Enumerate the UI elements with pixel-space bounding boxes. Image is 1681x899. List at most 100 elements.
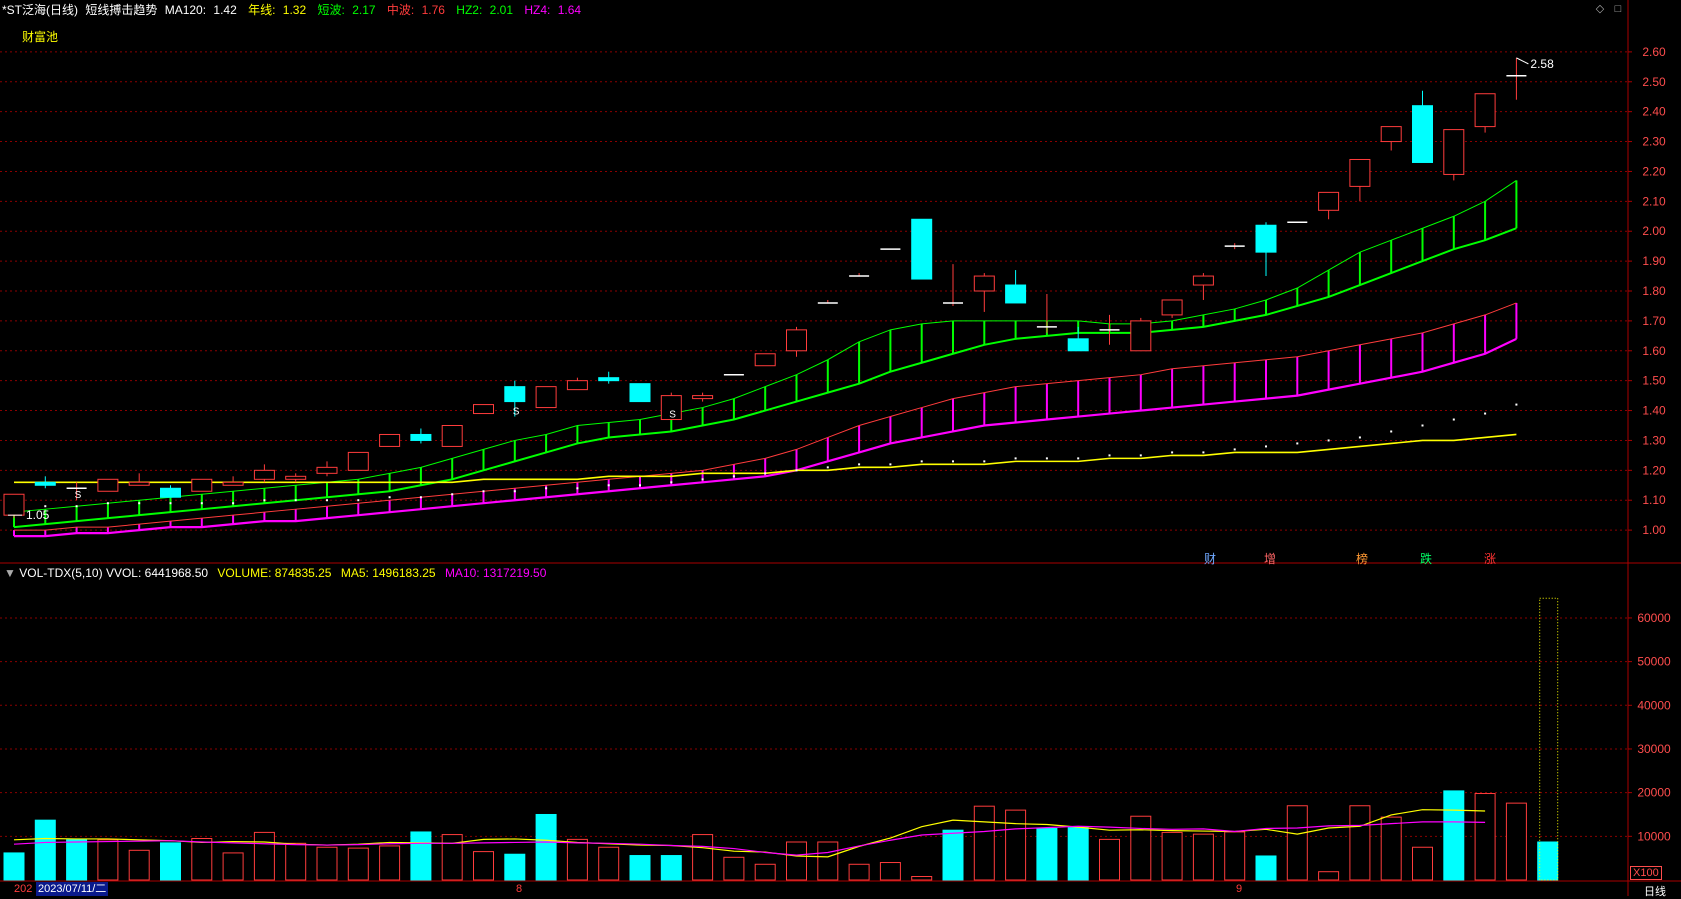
volume-bar[interactable]: [3, 852, 25, 881]
candle[interactable]: [598, 371, 620, 384]
candle[interactable]: [786, 326, 807, 357]
volume-bar[interactable]: [786, 841, 807, 881]
volume-bar[interactable]: [1318, 871, 1340, 881]
volume-bar[interactable]: [911, 876, 933, 881]
volume-bar[interactable]: [285, 842, 307, 881]
candle[interactable]: [1318, 191, 1340, 220]
volume-bar[interactable]: [754, 863, 776, 881]
candle[interactable]: [535, 386, 557, 409]
signal-marker-3[interactable]: 榜: [1356, 550, 1368, 567]
candle[interactable]: [410, 428, 432, 444]
signal-marker-2[interactable]: 增: [1264, 550, 1276, 567]
candle[interactable]: [253, 464, 275, 483]
kline-chart[interactable]: 1.00 1.10 1.20 1.30 1.40 1.50 1.60 1.70 1.80 1.90…: [0, 0, 1681, 896]
volume-bar[interactable]: [1067, 827, 1089, 881]
volume-bar[interactable]: [817, 841, 839, 881]
volume-bar[interactable]: [973, 805, 995, 881]
vol-name[interactable]: VOL-TDX(5,10): [19, 566, 102, 580]
candle[interactable]: [629, 383, 651, 403]
volume-bar[interactable]: [1412, 846, 1433, 881]
volume-bar[interactable]: [879, 862, 901, 881]
candle[interactable]: [473, 404, 494, 415]
candle[interactable]: [911, 218, 933, 280]
wealth-pool-label[interactable]: 财富池: [22, 28, 58, 45]
volume-bar[interactable]: [97, 839, 119, 881]
volume-bar[interactable]: [410, 831, 432, 881]
signal-marker-5[interactable]: 涨: [1484, 550, 1496, 567]
volume-bar[interactable]: [1192, 833, 1214, 881]
window-icon[interactable]: □: [1612, 3, 1624, 15]
volume-bar[interactable]: [222, 852, 244, 881]
candle[interactable]: [285, 473, 307, 483]
volume-bar[interactable]: [191, 838, 213, 881]
volume-bar[interactable]: [1255, 855, 1277, 881]
volume-bar[interactable]: [504, 853, 526, 881]
candle[interactable]: [1036, 293, 1057, 333]
volume-bar[interactable]: [160, 842, 181, 881]
volume-bar[interactable]: [692, 834, 714, 881]
candle[interactable]: [754, 353, 776, 367]
candle[interactable]: [849, 273, 870, 277]
candle[interactable]: [128, 473, 150, 486]
candle[interactable]: [1224, 243, 1245, 250]
period-label[interactable]: 日线: [1644, 883, 1666, 899]
candle[interactable]: [34, 476, 56, 489]
volume-bar[interactable]: [535, 813, 557, 881]
volume-bar[interactable]: [66, 839, 88, 881]
volume-bar[interactable]: [1036, 827, 1058, 881]
volume-bar[interactable]: [1349, 805, 1371, 881]
volume-bar[interactable]: [1380, 816, 1402, 881]
candle[interactable]: [316, 461, 338, 477]
candle[interactable]: [1380, 126, 1402, 151]
volume-bars[interactable]: [3, 597, 1559, 881]
volume-bar[interactable]: [1537, 841, 1559, 881]
volume-bar[interactable]: [723, 856, 745, 881]
candle[interactable]: [160, 485, 181, 498]
candle[interactable]: [1506, 57, 1527, 100]
volume-bar[interactable]: [253, 831, 275, 881]
candle[interactable]: [191, 478, 213, 492]
candle[interactable]: [441, 425, 463, 447]
candle[interactable]: [692, 392, 714, 402]
signal-marker-4[interactable]: 跌: [1420, 550, 1432, 567]
volume-bar[interactable]: [379, 845, 401, 881]
volume-bar[interactable]: [1474, 793, 1496, 881]
collapse-icon[interactable]: ▼: [0, 566, 16, 580]
volume-bar[interactable]: [566, 838, 588, 881]
volume-bar[interactable]: [598, 846, 620, 881]
candle[interactable]: [1005, 270, 1027, 304]
candle[interactable]: [222, 476, 244, 486]
volume-bar[interactable]: [1224, 831, 1246, 881]
volume-bar[interactable]: [1443, 790, 1465, 881]
candle[interactable]: [943, 264, 963, 306]
volume-bar[interactable]: [128, 849, 150, 881]
candle[interactable]: [1349, 158, 1371, 202]
volume-bar[interactable]: [441, 834, 463, 881]
indicator-name[interactable]: 短线搏击趋势: [85, 3, 157, 17]
volume-bar[interactable]: [1286, 805, 1308, 881]
volume-bar[interactable]: [1005, 809, 1027, 881]
volume-bar[interactable]: [848, 863, 870, 881]
volume-bar[interactable]: [1505, 802, 1527, 881]
volume-bar[interactable]: [473, 851, 494, 881]
candle[interactable]: [566, 377, 588, 391]
volume-bar[interactable]: [347, 847, 369, 881]
volume-bar[interactable]: [1099, 838, 1120, 881]
candle[interactable]: [1412, 90, 1433, 163]
diamond-icon[interactable]: ◇: [1594, 3, 1606, 15]
candle[interactable]: [379, 433, 401, 447]
volume-bar[interactable]: [34, 819, 56, 881]
symbol-title[interactable]: *ST泛海(日线): [0, 3, 78, 17]
candle[interactable]: [97, 478, 119, 492]
signal-marker-1[interactable]: 财: [1204, 550, 1216, 567]
volume-bar[interactable]: [1161, 831, 1183, 881]
candle[interactable]: [1130, 317, 1152, 352]
volume-bar[interactable]: [942, 829, 964, 881]
candle[interactable]: [347, 451, 369, 471]
candle[interactable]: [1161, 299, 1183, 318]
candle[interactable]: [1192, 273, 1214, 300]
candle[interactable]: [1255, 222, 1277, 277]
candle[interactable]: [1474, 93, 1496, 133]
candle[interactable]: [973, 273, 995, 312]
candle[interactable]: [817, 299, 838, 304]
